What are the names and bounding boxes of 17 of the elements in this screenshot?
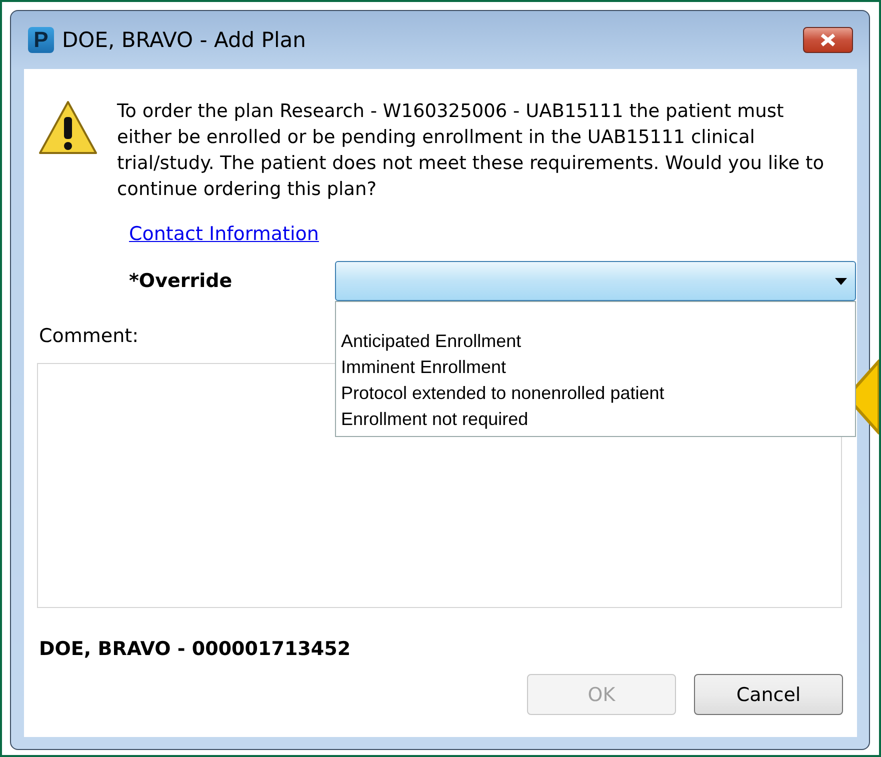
warning-message: To order the plan Research - W160325006 - UAB15111 the patient must either be enrolled or be pending enrollment in the UAB15111 clinical trial/study. The patient does not meet these requirements. Would you like to continue ordering this plan? (117, 100, 826, 202)
dropdown-option[interactable]: Protocol extended to nonenrolled patient (341, 380, 855, 406)
app-icon: P (28, 27, 54, 53)
comment-label: Comment: (39, 325, 138, 347)
patient-id: DOE, BRAVO - 000001713452 (39, 638, 351, 660)
dropdown-option[interactable]: Enrollment not required (341, 406, 855, 432)
override-label: *Override (129, 270, 234, 292)
dropdown-option[interactable]: Anticipated Enrollment (341, 328, 855, 354)
close-icon (819, 33, 837, 47)
warning-icon (37, 99, 99, 157)
override-dropdown[interactable] (335, 261, 856, 301)
contact-information-link[interactable]: Contact Information (129, 223, 319, 245)
caret-icon (835, 278, 847, 284)
cancel-button[interactable]: Cancel (694, 674, 843, 715)
window-title: DOE, BRAVO - Add Plan (62, 28, 306, 52)
close-button[interactable] (803, 27, 853, 53)
dropdown-option[interactable]: Imminent Enrollment (341, 354, 855, 380)
